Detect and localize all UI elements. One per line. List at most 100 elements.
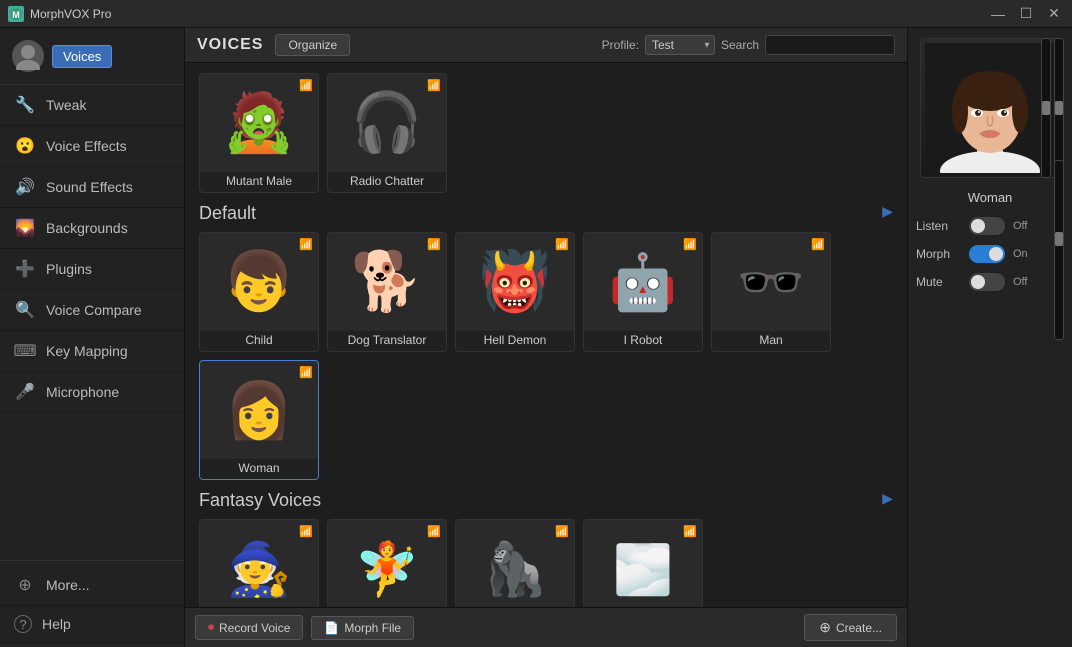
default-section-arrow[interactable]: ▶	[882, 203, 893, 220]
morph-file-button[interactable]: 📄 Morph File	[311, 616, 414, 640]
signal-icon-hell-demon: 📶	[555, 238, 569, 251]
sidebar-label-voice-effects: Voice Effects	[46, 138, 127, 154]
mute-toggle[interactable]	[969, 273, 1005, 291]
bottom-bar: ⏺ Record Voice 📄 Morph File ⊕ Create...	[185, 607, 907, 647]
default-section: Default ▶ 👦 📶 Child 🐕	[199, 203, 893, 480]
sidebar-item-microphone[interactable]: 🎤 Microphone	[0, 372, 184, 413]
sidebar-item-sound-effects[interactable]: 🔊 Sound Effects	[0, 167, 184, 208]
voice-card-woman[interactable]: 👩 📶 Woman	[199, 360, 319, 480]
featured-voice-name: Woman	[968, 190, 1013, 205]
mute-toggle-knob	[971, 275, 985, 289]
voice-name-mutant-male: Mutant Male	[200, 172, 318, 192]
voice-card-hell-demon[interactable]: 👹 📶 Hell Demon	[455, 232, 575, 352]
listen-toggle[interactable]	[969, 217, 1005, 235]
voices-area: 🧟 📶 Mutant Male 🎧 📶 Radio Chatter Defaul…	[185, 63, 907, 607]
svg-text:M: M	[12, 10, 20, 20]
search-label: Search	[721, 38, 759, 52]
titlebar-left: M MorphVOX Pro	[8, 6, 111, 22]
voice-name-hell-demon: Hell Demon	[456, 331, 574, 351]
sidebar-item-tweak[interactable]: 🔧 Tweak	[0, 85, 184, 126]
fantasy-section: Fantasy Voices ▶ 🧙 📶 Dwarf 🧚	[199, 490, 893, 607]
sidebar-label-more: More...	[46, 577, 90, 593]
create-button[interactable]: ⊕ Create...	[804, 614, 897, 641]
mute-label: Mute	[916, 275, 961, 289]
sidebar-item-backgrounds[interactable]: 🌄 Backgrounds	[0, 208, 184, 249]
voice-name-woman: Woman	[200, 459, 318, 479]
mute-control: Mute Off	[916, 273, 1064, 291]
sidebar-nav: 🔧 Tweak 😮 Voice Effects 🔊 Sound Effects …	[0, 85, 184, 560]
default-section-label: Default ▶	[199, 203, 893, 224]
sidebar-label-microphone: Microphone	[46, 384, 119, 400]
signal-icon-female-pixie: 📶	[427, 525, 441, 538]
sidebar-label-tweak: Tweak	[46, 97, 86, 113]
record-voice-button[interactable]: ⏺ Record Voice	[195, 615, 303, 640]
maximize-button[interactable]: ☐	[1016, 4, 1036, 24]
signal-icon-dog-translator: 📶	[427, 238, 441, 251]
voice-card-child[interactable]: 👦 📶 Child	[199, 232, 319, 352]
volume-thumb-1	[1042, 101, 1050, 115]
voice-card-giant[interactable]: 🦍 📶 Giant	[455, 519, 575, 607]
profile-group: Profile: Test Default Custom Search	[602, 35, 895, 55]
profile-select[interactable]: Test Default Custom	[645, 35, 715, 55]
fx-bar-1[interactable]	[1054, 160, 1064, 340]
sidebar-item-key-mapping[interactable]: ⌨ Key Mapping	[0, 331, 184, 372]
volume-bar-2[interactable]	[1054, 38, 1064, 178]
signal-icon-child: 📶	[299, 238, 313, 251]
listen-state: Off	[1013, 220, 1027, 232]
voice-name-child: Child	[200, 331, 318, 351]
voice-name-i-robot: I Robot	[584, 331, 702, 351]
voice-card-man[interactable]: 🕶️ 📶 Man	[711, 232, 831, 352]
organize-button[interactable]: Organize	[275, 34, 350, 56]
sidebar-item-plugins[interactable]: ➕ Plugins	[0, 249, 184, 290]
help-icon: ?	[14, 615, 32, 633]
voice-card-dwarf[interactable]: 🧙 📶 Dwarf	[199, 519, 319, 607]
close-button[interactable]: ✕	[1044, 4, 1064, 24]
signal-icon-dwarf: 📶	[299, 525, 313, 538]
voice-card-female-pixie[interactable]: 🧚 📶 Female Pixie	[327, 519, 447, 607]
main-content: VOICES Organize Profile: Test Default Cu…	[185, 28, 907, 647]
default-voices-grid: 👦 📶 Child 🐕 📶 Dog Translator	[199, 232, 893, 480]
app-title: MorphVOX Pro	[30, 7, 111, 21]
topbar: VOICES Organize Profile: Test Default Cu…	[185, 28, 907, 63]
signal-icon-mutant-male: 📶	[299, 79, 313, 92]
plugins-icon: ➕	[14, 258, 36, 280]
volume-thumb-2	[1055, 101, 1063, 115]
tweak-icon: 🔧	[14, 94, 36, 116]
minimize-button[interactable]: —	[988, 4, 1008, 24]
sidebar-item-voice-effects[interactable]: 😮 Voice Effects	[0, 126, 184, 167]
voice-card-radio-chatter[interactable]: 🎧 📶 Radio Chatter	[327, 73, 447, 193]
right-panel-inner	[916, 38, 1064, 178]
profile-label: Profile:	[602, 38, 639, 52]
listen-label: Listen	[916, 219, 961, 233]
mute-state: Off	[1013, 276, 1027, 288]
microphone-icon: 🎤	[14, 381, 36, 403]
voice-card-dog-translator[interactable]: 🐕 📶 Dog Translator	[327, 232, 447, 352]
search-input[interactable]	[765, 35, 895, 55]
sidebar-label-backgrounds: Backgrounds	[46, 220, 128, 236]
morph-control: Morph On	[916, 245, 1064, 263]
voice-card-nasty-gnome[interactable]: 🌫️ 📶 Nasty Gnome	[583, 519, 703, 607]
fx-sliders	[1054, 160, 1064, 340]
sidebar-item-help[interactable]: ? Help	[0, 606, 184, 643]
listen-control: Listen Off	[916, 217, 1064, 235]
voice-card-i-robot[interactable]: 🤖 📶 I Robot	[583, 232, 703, 352]
sidebar-label-sound-effects: Sound Effects	[46, 179, 133, 195]
voice-card-mutant-male[interactable]: 🧟 📶 Mutant Male	[199, 73, 319, 193]
signal-icon-giant: 📶	[555, 525, 569, 538]
signal-icon-man: 📶	[811, 238, 825, 251]
record-icon: ⏺	[208, 620, 214, 635]
morph-toggle[interactable]	[969, 245, 1005, 263]
volume-bar-1[interactable]	[1041, 38, 1051, 178]
voice-effects-icon: 😮	[14, 135, 36, 157]
sidebar-item-more[interactable]: ⊕ More...	[0, 565, 184, 606]
volume-sliders	[1041, 38, 1064, 178]
morph-label: Morph	[916, 247, 961, 261]
voices-button[interactable]: Voices	[52, 45, 112, 68]
morph-state: On	[1013, 248, 1028, 260]
voice-name-radio-chatter: Radio Chatter	[328, 172, 446, 192]
sidebar-item-voice-compare[interactable]: 🔍 Voice Compare	[0, 290, 184, 331]
sidebar-label-voice-compare: Voice Compare	[46, 302, 142, 318]
fantasy-section-arrow[interactable]: ▶	[882, 490, 893, 507]
profile-select-wrap: Test Default Custom	[645, 35, 715, 55]
sound-effects-icon: 🔊	[14, 176, 36, 198]
